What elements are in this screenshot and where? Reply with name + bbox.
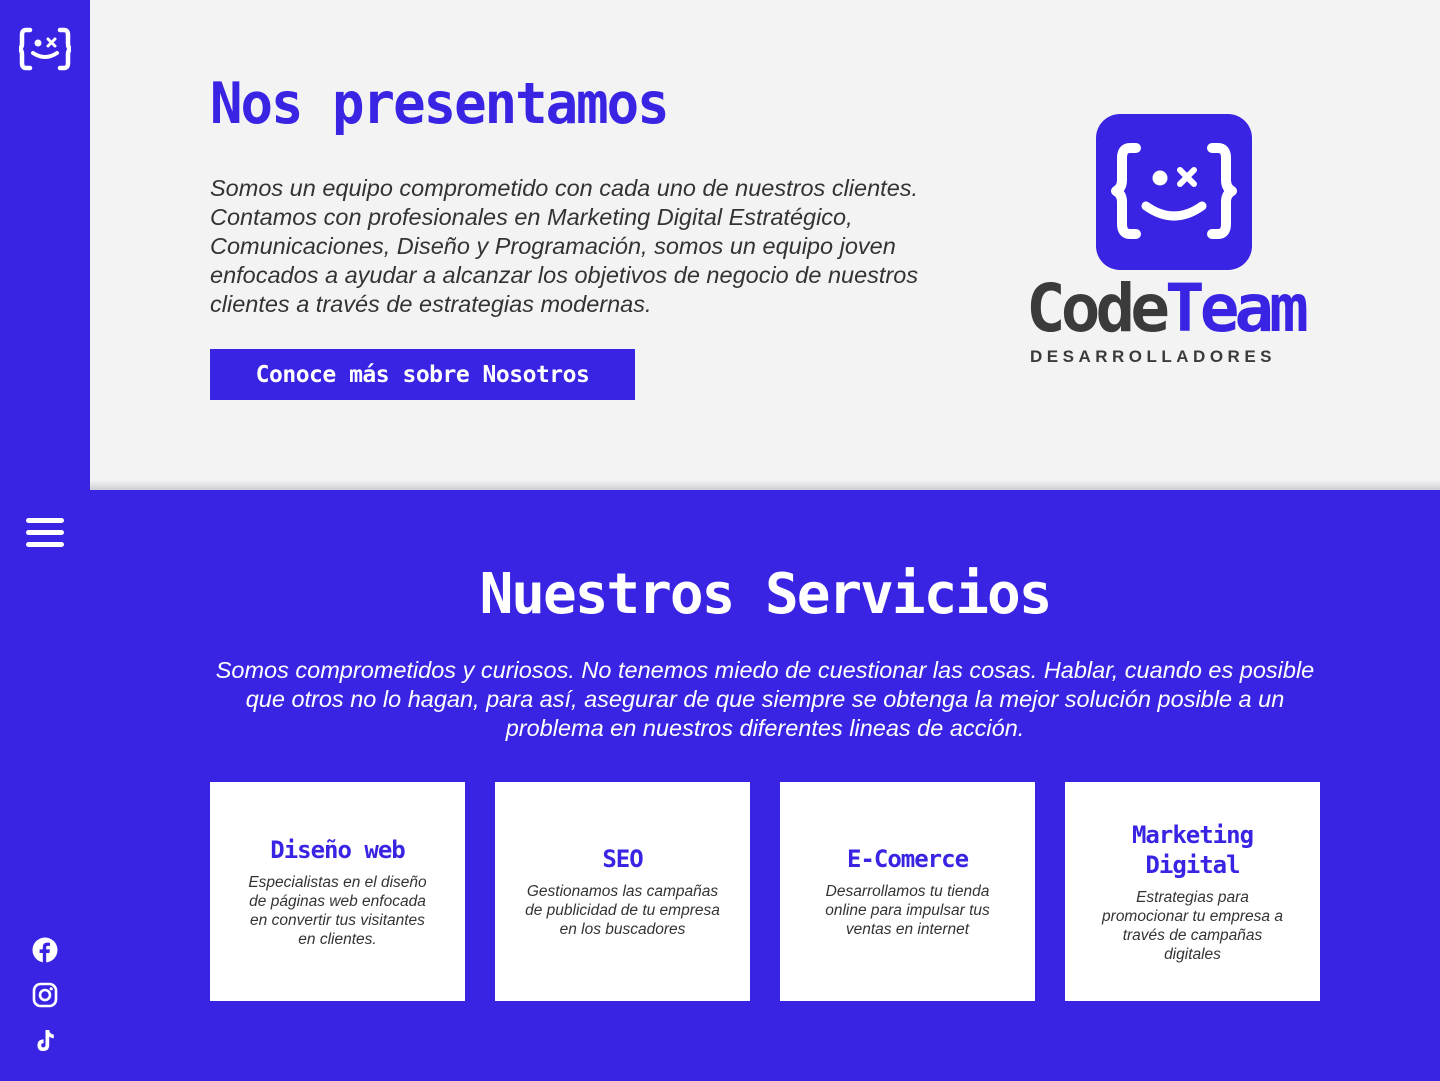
tiktok-icon[interactable]	[31, 1027, 59, 1055]
codeteam-face-icon[interactable]	[19, 27, 71, 71]
brand-logo: CodeTeam DESARROLLADORES	[1026, 114, 1326, 374]
facebook-icon[interactable]	[31, 936, 59, 964]
service-card-text: Gestionamos las campañas de publicidad d…	[525, 883, 720, 938]
about-title: Nos presentamos	[210, 70, 670, 137]
services-description: Somos comprometidos y curiosos. No tenem…	[215, 657, 1315, 741]
service-card-title: Marketing Digital	[1131, 820, 1254, 879]
hamburger-line	[26, 542, 64, 547]
service-card-text: Estrategias para promocionar tu empresa …	[1102, 888, 1283, 963]
brand-subtitle: DESARROLLADORES	[1030, 347, 1277, 366]
section-divider	[90, 480, 1440, 490]
service-card-marketing[interactable]: Marketing Digital Estrategias para promo…	[1065, 782, 1320, 1001]
service-card-title: E-Comerce	[846, 845, 969, 873]
service-card-title: Diseño web	[270, 835, 405, 864]
about-description: Somos un equipo comprometido con cada un…	[210, 175, 919, 317]
brand-name-team: Team	[1164, 270, 1309, 347]
hamburger-line	[26, 530, 64, 535]
service-card-seo[interactable]: SEO Gestionamos las campañas de publicid…	[495, 782, 750, 1001]
brand-name: CodeTeam	[1026, 274, 1326, 344]
services-title: Nuestros Servicios	[479, 562, 1053, 627]
hamburger-line	[26, 518, 64, 523]
service-card-text: Especialistas en el diseño de páginas we…	[248, 873, 427, 948]
codeteam-logo-icon	[1096, 114, 1252, 270]
instagram-icon[interactable]	[31, 981, 59, 1009]
service-card-text: Desarrollamos tu tienda online para impu…	[825, 883, 990, 938]
brand-name-code: Code	[1026, 270, 1170, 347]
sidebar	[0, 0, 90, 1081]
about-section: Nos presentamos Somos un equipo comprome…	[90, 0, 1440, 490]
service-card-web-design[interactable]: Diseño web Especialistas en el diseño de…	[210, 782, 465, 1001]
about-us-button[interactable]: Conoce más sobre Nosotros	[210, 349, 635, 400]
service-card-title: SEO	[602, 845, 643, 873]
hamburger-icon[interactable]	[26, 518, 64, 554]
service-card-ecommerce[interactable]: E-Comerce Desarrollamos tu tienda online…	[780, 782, 1035, 1001]
